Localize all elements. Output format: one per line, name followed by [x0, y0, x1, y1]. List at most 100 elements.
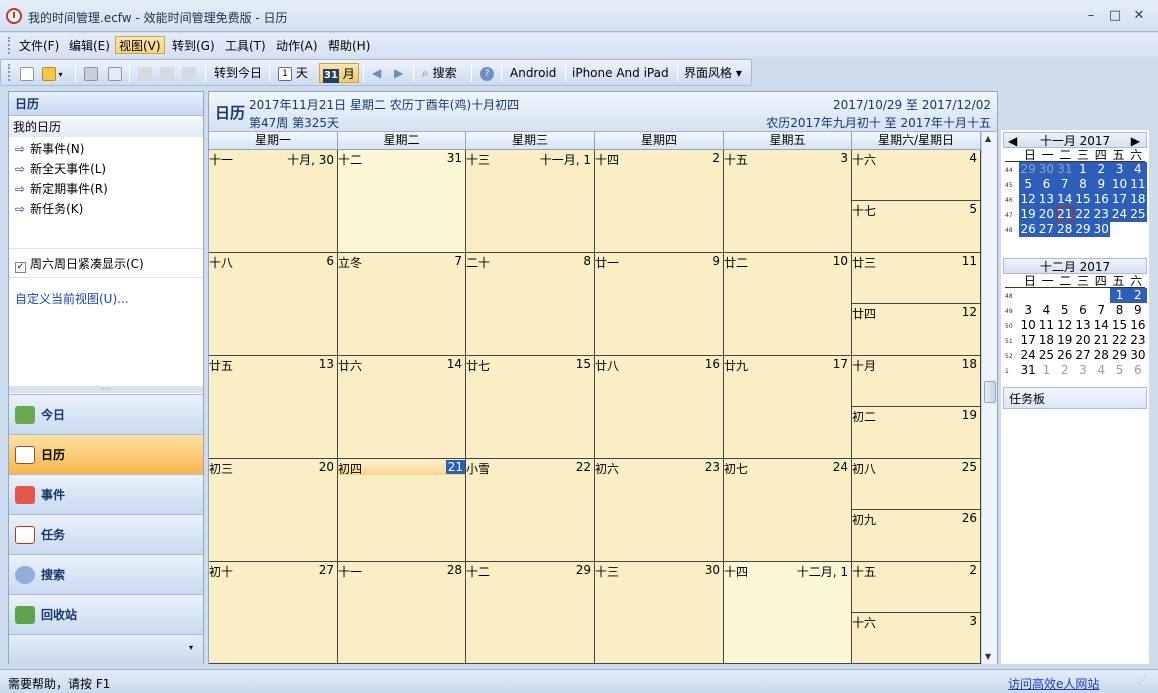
mini-day[interactable]: 23 [1129, 333, 1147, 348]
scroll-up-icon[interactable]: ▲ [985, 134, 991, 143]
mini-day[interactable]: 27 [1074, 348, 1092, 363]
iphone-button[interactable]: iPhone And iPad [569, 63, 672, 83]
mini-day[interactable]: 5 [1056, 303, 1074, 318]
mini-day[interactable]: 21 [1092, 333, 1110, 348]
mini-day[interactable]: 27 [1037, 222, 1056, 237]
day-cell[interactable]: 廿二 10 [724, 253, 852, 356]
chevron-right-icon[interactable]: ▶ [1131, 133, 1140, 149]
mini-day[interactable]: 9 [1092, 177, 1111, 192]
saturday-cell[interactable]: 十六 4 [852, 150, 981, 201]
day-cell[interactable]: 廿一 9 [595, 253, 724, 356]
close-button[interactable]: ✕ [1128, 6, 1150, 26]
sunday-cell[interactable]: 初二 19 [852, 407, 981, 459]
android-button[interactable]: Android [507, 63, 559, 83]
print-button[interactable] [81, 63, 101, 83]
nav-recycle-bin[interactable]: 回收站 [9, 594, 203, 634]
compact-weekend-checkbox[interactable]: ✓ 周六周日紧凑显示(C) [9, 248, 203, 278]
mini-day[interactable]: 18 [1128, 192, 1147, 207]
mini-day[interactable]: 15 [1110, 318, 1128, 333]
mini-day[interactable]: 12 [1056, 318, 1074, 333]
paste-button[interactable] [179, 63, 199, 83]
sunday-cell[interactable]: 廿四 12 [852, 304, 981, 356]
day-cell[interactable]: 廿六 14 [338, 356, 466, 459]
mini-day[interactable]: 13 [1074, 318, 1092, 333]
menu-actions[interactable]: 动作(A) [273, 37, 321, 55]
mini-day[interactable]: 10 [1110, 177, 1129, 192]
day-cell[interactable]: 十一 28 [338, 562, 466, 664]
nav-search[interactable]: 搜索 [9, 554, 203, 594]
nav-events[interactable]: 事件 [9, 474, 203, 514]
task-new-recurring-event[interactable]: ⇨ 新定期事件(R) [15, 180, 108, 198]
mini-day[interactable]: 19 [1019, 207, 1038, 222]
mini-day[interactable]: 14 [1092, 318, 1110, 333]
chevron-left-icon[interactable]: ◀ [1008, 133, 1017, 149]
saturday-cell[interactable]: 初八 25 [852, 459, 981, 510]
mini-day[interactable]: 2 [1092, 162, 1111, 177]
task-board-header[interactable]: 任务板 [1003, 387, 1147, 409]
day-cell[interactable]: 十五 3 [724, 150, 852, 253]
mini-day[interactable]: 16 [1129, 318, 1147, 333]
mini-day[interactable]: 4 [1092, 363, 1110, 378]
mini-day[interactable]: 6 [1129, 363, 1147, 378]
mini-day[interactable]: 29 [1019, 162, 1038, 177]
mini-day[interactable]: 30 [1092, 222, 1111, 237]
mini-day[interactable]: 11 [1037, 318, 1055, 333]
day-cell[interactable]: 小雪 22 [466, 459, 595, 562]
mini-day[interactable]: 1 [1073, 162, 1093, 177]
mini-day[interactable]: 30 [1037, 162, 1056, 177]
day-cell-today[interactable]: 初四 21 [338, 459, 466, 562]
day-cell[interactable]: 初七 24 [724, 459, 852, 562]
mini-day[interactable]: 17 [1110, 192, 1129, 207]
menu-view[interactable]: 视图(V) [115, 36, 165, 54]
copy-button[interactable] [157, 63, 177, 83]
day-cell[interactable]: 十三 十一月, 1 [466, 150, 595, 253]
mini-day[interactable]: 8 [1073, 177, 1093, 192]
mini-day[interactable]: 8 [1110, 303, 1128, 318]
day-cell[interactable]: 立冬 7 [338, 253, 466, 356]
saturday-cell[interactable]: 十月 18 [852, 356, 981, 407]
nav-tasks[interactable]: 任务 [9, 514, 203, 554]
prev-button[interactable]: ◀ [369, 63, 384, 83]
search-button[interactable]: ⌕ 搜索 [419, 63, 460, 83]
mini-day[interactable]: 26 [1056, 348, 1074, 363]
day-cell[interactable]: 初六 23 [595, 459, 724, 562]
custom-view-link[interactable]: 自定义当前视图(U)... [15, 290, 129, 307]
day-cell[interactable]: 十四 2 [595, 150, 724, 253]
mini-day[interactable]: 5 [1110, 363, 1128, 378]
mini-day[interactable]: 23 [1092, 207, 1111, 222]
goto-today-button[interactable]: 转到今日 [211, 63, 265, 83]
splitter-handle[interactable]: ····· [9, 386, 203, 393]
nav-today[interactable]: 今日 [9, 394, 203, 434]
day-cell[interactable]: 十三 30 [595, 562, 724, 664]
menu-goto[interactable]: 转到(G) [169, 37, 218, 55]
resize-grip-icon[interactable]: ⋰ [1138, 676, 1147, 686]
day-cell[interactable]: 十八 6 [209, 253, 338, 356]
mini-day[interactable]: 29 [1073, 222, 1093, 237]
month-view-button[interactable]: 31 月 [319, 63, 359, 83]
task-new-event[interactable]: ⇨ 新事件(N) [15, 140, 84, 158]
mini-day[interactable]: 18 [1037, 333, 1055, 348]
mini-day[interactable]: 20 [1037, 207, 1056, 222]
help-icon-button[interactable]: ? [477, 63, 497, 83]
day-cell[interactable]: 廿五 13 [209, 356, 338, 459]
day-cell[interactable]: 廿八 16 [595, 356, 724, 459]
saturday-cell[interactable]: 十五 2 [852, 562, 981, 613]
menu-help[interactable]: 帮助(H) [325, 37, 373, 55]
day-cell[interactable]: 二十 8 [466, 253, 595, 356]
mini-day[interactable]: 22 [1073, 207, 1093, 222]
mini-day[interactable]: 24 [1019, 348, 1037, 363]
sunday-cell[interactable]: 初九 26 [852, 510, 981, 562]
day-cell[interactable]: 廿七 15 [466, 356, 595, 459]
day-cell[interactable]: 廿九 17 [724, 356, 852, 459]
mini-day[interactable]: 1 [1110, 288, 1129, 303]
website-link[interactable]: 访问高效e人网站 [1008, 675, 1099, 692]
mini-day[interactable]: 22 [1110, 333, 1128, 348]
mini-day[interactable]: 2 [1128, 288, 1147, 303]
sunday-cell[interactable]: 十七 5 [852, 201, 981, 253]
mini-day[interactable]: 25 [1037, 348, 1055, 363]
mini-day[interactable]: 9 [1129, 303, 1147, 318]
mini-day[interactable]: 7 [1092, 303, 1110, 318]
mini-day[interactable]: 21 [1055, 207, 1074, 222]
scroll-down-icon[interactable]: ▼ [985, 652, 991, 661]
mini-day[interactable]: 26 [1019, 222, 1038, 237]
